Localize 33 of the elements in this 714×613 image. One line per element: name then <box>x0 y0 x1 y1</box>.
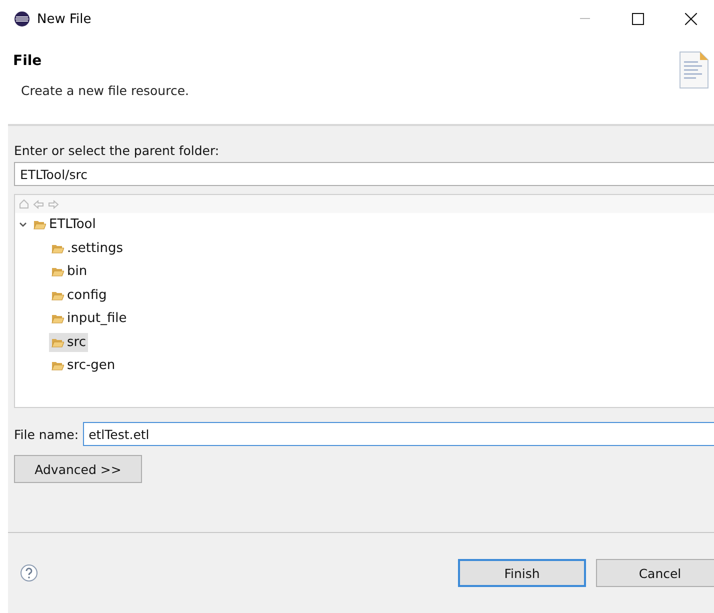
folder-icon <box>51 242 64 254</box>
field-label: File name: <box>14 426 79 442</box>
tree-item[interactable]: config <box>49 286 109 305</box>
forward-icon[interactable] <box>48 200 59 208</box>
tree-item[interactable]: src-gen <box>49 356 118 376</box>
folder-icon <box>51 290 64 301</box>
folder-icon <box>33 219 46 230</box>
tree-item[interactable]: input_file <box>49 309 129 328</box>
folder-icon <box>51 336 64 348</box>
folder-icon <box>51 266 64 278</box>
advanced-button[interactable]: Advanced >> <box>14 455 142 483</box>
minimize-icon <box>580 18 590 20</box>
window-title: New File <box>37 12 92 26</box>
home-icon[interactable] <box>19 199 29 209</box>
page-description: Create a new file resource. <box>20 83 189 98</box>
tree-item[interactable]: ETLTool <box>31 215 98 234</box>
parent-folder-field[interactable]: ETLTool/src <box>14 162 714 186</box>
folder-icon <box>51 313 64 324</box>
back-icon[interactable] <box>33 200 44 208</box>
file-name-field[interactable]: etlTest.etl <box>82 422 714 446</box>
tree-item[interactable]: .settings <box>49 238 125 258</box>
cancel-button[interactable]: Cancel <box>596 559 714 587</box>
folder-icon <box>51 360 64 372</box>
help-icon[interactable] <box>20 564 38 582</box>
tree-item[interactable]: src <box>49 332 88 352</box>
close-icon <box>685 13 697 25</box>
field-label: Enter or select the parent folder: <box>14 143 220 158</box>
finish-button[interactable]: Finish <box>458 559 586 587</box>
app-icon <box>14 11 30 27</box>
maximize-icon <box>632 13 644 25</box>
tree-item[interactable]: bin <box>49 262 90 282</box>
page-title: File <box>13 53 43 69</box>
chevron-icon[interactable] <box>19 220 27 229</box>
